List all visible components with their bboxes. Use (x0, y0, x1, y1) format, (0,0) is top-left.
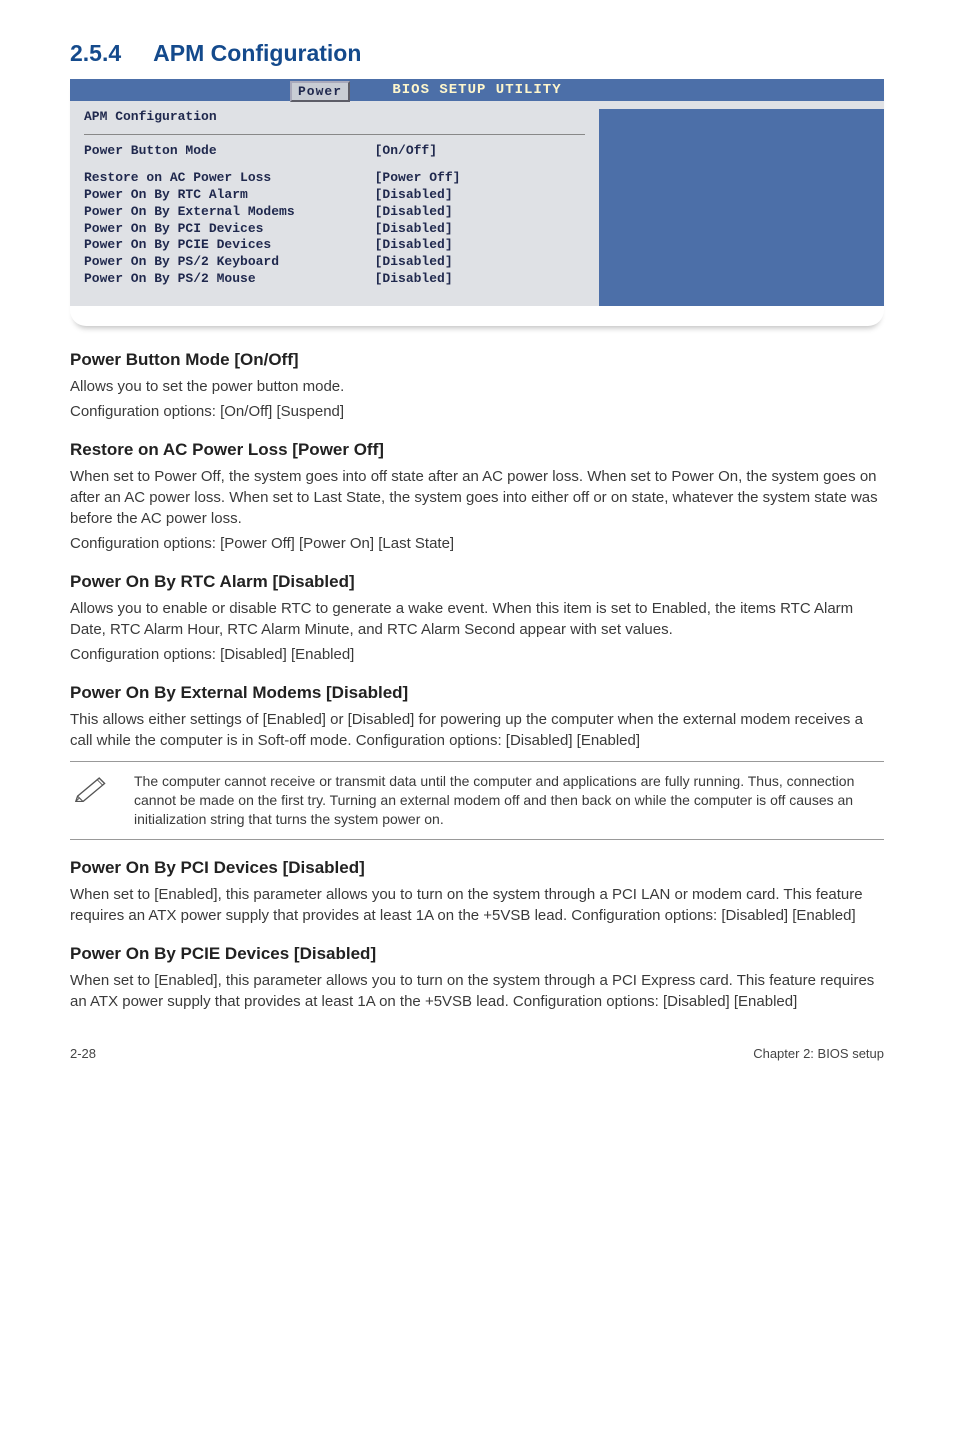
bios-header: BIOS SETUP UTILITY Power (70, 79, 884, 101)
bios-box: BIOS SETUP UTILITY Power APM Configurati… (70, 79, 884, 306)
bios-setting-key: Restore on AC Power Loss (84, 170, 375, 187)
bios-setting-row: Power On By PS/2 Keyboard[Disabled] (84, 254, 585, 271)
section-number: 2.5.4 (70, 40, 121, 66)
bios-setting-key: Power Button Mode (84, 143, 375, 160)
bios-setting-row: Restore on AC Power Loss[Power Off] (84, 170, 585, 187)
section-heading: APM Configuration (153, 40, 361, 66)
bios-setting-row: Power Button Mode[On/Off] (84, 143, 585, 160)
sub-heading: Power On By PCIE Devices [Disabled] (70, 944, 884, 964)
bios-setting-key: Power On By RTC Alarm (84, 187, 375, 204)
note-box: The computer cannot receive or transmit … (70, 761, 884, 840)
bios-setting-key: Power On By PS/2 Mouse (84, 271, 375, 288)
bios-divider (84, 134, 585, 135)
bios-setting-value: [Disabled] (375, 271, 585, 288)
body-paragraph: Configuration options: [On/Off] [Suspend… (70, 401, 884, 422)
body-paragraph: Allows you to set the power button mode. (70, 376, 884, 397)
sub-heading: Power On By External Modems [Disabled] (70, 683, 884, 703)
body-paragraph: Configuration options: [Power Off] [Powe… (70, 533, 884, 554)
bios-setting-value: [Disabled] (375, 254, 585, 271)
body-paragraph: When set to [Enabled], this parameter al… (70, 970, 884, 1012)
body-paragraph: When set to Power Off, the system goes i… (70, 466, 884, 529)
bios-setting-value: [Power Off] (375, 170, 585, 187)
bios-setting-value: [On/Off] (375, 143, 585, 160)
bios-setting-key: Power On By PCI Devices (84, 221, 375, 238)
bios-setting-key: Power On By External Modems (84, 204, 375, 221)
sub-heading: Power On By RTC Alarm [Disabled] (70, 572, 884, 592)
bios-setting-value: [Disabled] (375, 187, 585, 204)
bios-setting-row: Power On By External Modems[Disabled] (84, 204, 585, 221)
note-text: The computer cannot receive or transmit … (134, 772, 880, 829)
bios-setting-value: [Disabled] (375, 237, 585, 254)
content-blocks-2: Power On By PCI Devices [Disabled] When s… (70, 858, 884, 1012)
bios-setting-key: Power On By PS/2 Keyboard (84, 254, 375, 271)
body-paragraph: Configuration options: [Disabled] [Enabl… (70, 644, 884, 665)
sub-heading: Power Button Mode [On/Off] (70, 350, 884, 370)
sub-heading: Power On By PCI Devices [Disabled] (70, 858, 884, 878)
footer-chapter: Chapter 2: BIOS setup (753, 1046, 884, 1061)
bios-setting-row: Power On By PCI Devices[Disabled] (84, 221, 585, 238)
body-paragraph: Allows you to enable or disable RTC to g… (70, 598, 884, 640)
bios-tab-power: Power (290, 81, 350, 102)
sub-heading: Restore on AC Power Loss [Power Off] (70, 440, 884, 460)
bios-subheader: APM Configuration (84, 109, 585, 130)
body-paragraph: When set to [Enabled], this parameter al… (70, 884, 884, 926)
bios-header-title: BIOS SETUP UTILITY (392, 82, 561, 98)
pencil-icon (70, 772, 114, 802)
bios-setting-row: Power On By PCIE Devices[Disabled] (84, 237, 585, 254)
body-paragraph: This allows either settings of [Enabled]… (70, 709, 884, 751)
bios-rows-group-2: Restore on AC Power Loss[Power Off]Power… (84, 170, 585, 288)
bios-left-column: APM Configuration Power Button Mode[On/O… (70, 109, 599, 306)
content-blocks: Power Button Mode [On/Off] Allows you to … (70, 350, 884, 751)
bios-rows-group-1: Power Button Mode[On/Off] (84, 143, 585, 160)
page-footer: 2-28 Chapter 2: BIOS setup (70, 1046, 884, 1061)
bios-setting-value: [Disabled] (375, 221, 585, 238)
footer-page-number: 2-28 (70, 1046, 96, 1061)
bios-right-column (599, 109, 884, 306)
spacer (84, 160, 585, 170)
bios-body: APM Configuration Power Button Mode[On/O… (70, 101, 884, 306)
section-title: 2.5.4 APM Configuration (70, 40, 884, 67)
bios-setting-value: [Disabled] (375, 204, 585, 221)
bios-panel: BIOS SETUP UTILITY Power APM Configurati… (70, 79, 884, 326)
bios-setting-row: Power On By RTC Alarm[Disabled] (84, 187, 585, 204)
bios-setting-key: Power On By PCIE Devices (84, 237, 375, 254)
bios-setting-row: Power On By PS/2 Mouse[Disabled] (84, 271, 585, 288)
